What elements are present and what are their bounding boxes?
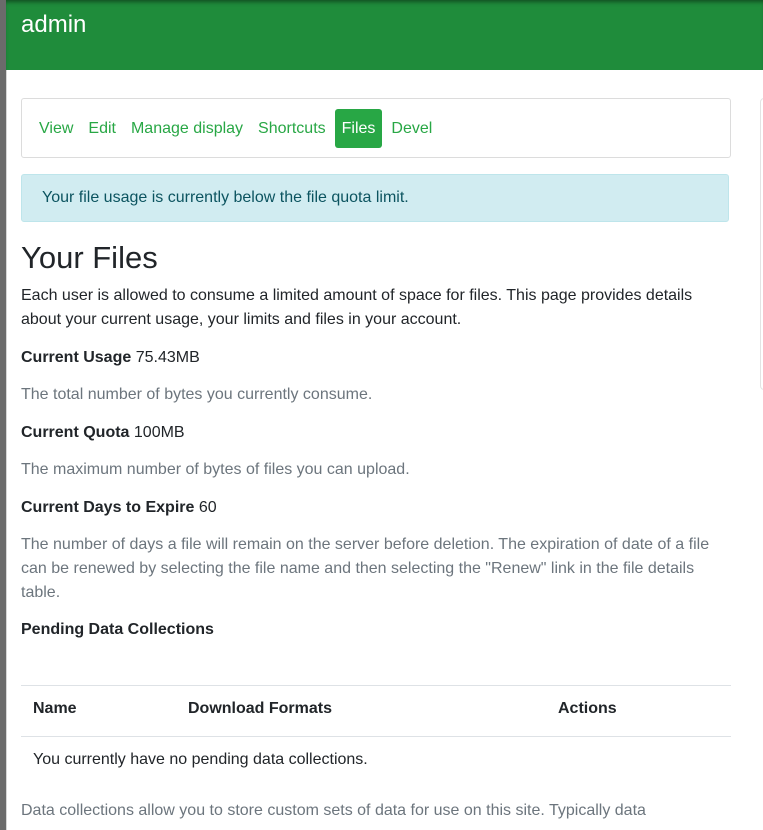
tabs-card: View Edit Manage display Shortcuts Files… <box>21 98 731 158</box>
tab-manage-display[interactable]: Manage display <box>125 109 249 148</box>
collections-help-text: Data collections allow you to store cust… <box>21 802 646 819</box>
tab-edit[interactable]: Edit <box>82 109 122 148</box>
column-header-name: Name <box>33 700 77 717</box>
pending-collections-table: Name Download Formats Actions You curren… <box>21 685 731 787</box>
empty-table-message: You currently have no pending data colle… <box>33 751 368 768</box>
current-quota-value: 100MB <box>133 424 185 441</box>
current-usage-label: Current Usage <box>21 349 132 366</box>
days-to-expire: Current Days to Expire 60 <box>21 496 731 520</box>
table-row: You currently have no pending data colle… <box>21 737 731 787</box>
pending-collections-heading: Pending Data Collections <box>21 621 214 638</box>
status-alert: Your file usage is currently below the f… <box>21 174 729 222</box>
tab-view[interactable]: View <box>33 109 79 148</box>
page-title: Your Files <box>21 240 158 275</box>
column-header-download-formats: Download Formats <box>188 700 333 717</box>
days-to-expire-label: Current Days to Expire <box>21 499 195 516</box>
site-header: admin <box>6 0 763 70</box>
current-quota-label: Current Quota <box>21 424 130 441</box>
days-to-expire-description: The number of days a file will remain on… <box>21 536 710 601</box>
current-quota-description: The maximum number of bytes of files you… <box>21 461 410 478</box>
column-header-actions: Actions <box>558 700 617 717</box>
current-usage-value: 75.43MB <box>135 349 200 366</box>
tab-devel[interactable]: Devel <box>385 109 438 148</box>
main-content: Your Files Each user is allowed to consu… <box>21 238 731 642</box>
current-quota: Current Quota 100MB <box>21 421 731 445</box>
page-intro: Each user is allowed to consume a limite… <box>21 287 693 328</box>
current-usage: Current Usage 75.43MB <box>21 346 731 370</box>
current-usage-description: The total number of bytes you currently … <box>21 386 373 403</box>
alert-message: Your file usage is currently below the f… <box>42 189 409 206</box>
local-tasks-tabs: View Edit Manage display Shortcuts Files… <box>33 109 441 148</box>
days-to-expire-value: 60 <box>198 499 217 516</box>
tab-shortcuts[interactable]: Shortcuts <box>252 109 332 148</box>
table-header-row: Name Download Formats Actions <box>21 686 731 737</box>
tab-files[interactable]: Files <box>334 109 383 148</box>
header-title: admin <box>21 11 87 38</box>
